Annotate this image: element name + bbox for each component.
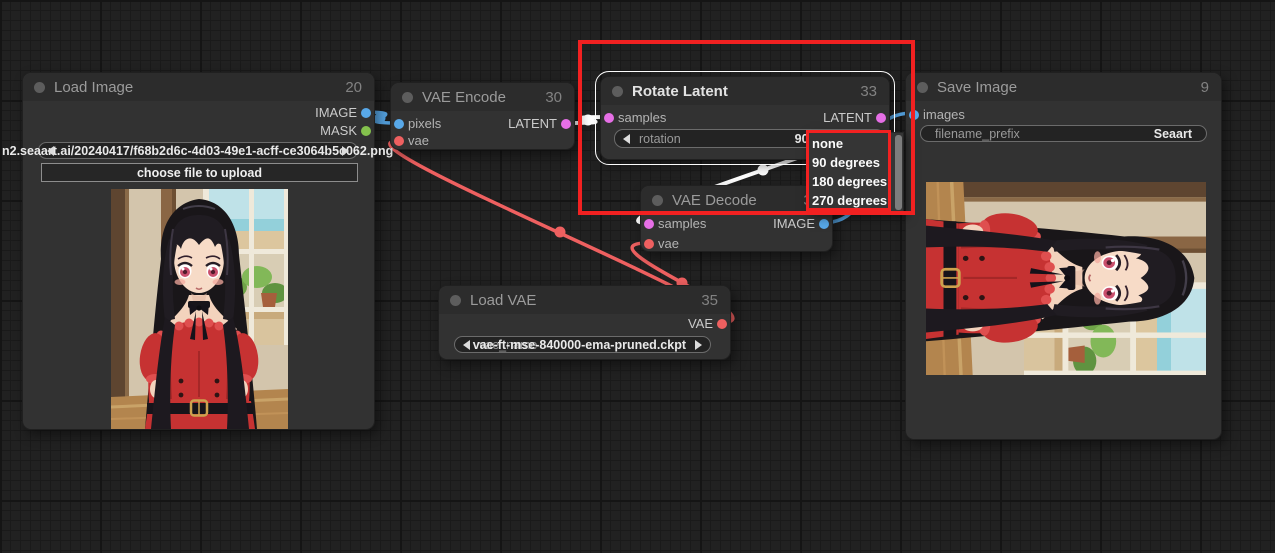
output-label: MASK xyxy=(320,121,357,141)
input-port-pixels[interactable] xyxy=(394,119,404,129)
combo-prev-icon[interactable] xyxy=(463,340,470,350)
link-midpoint-dot xyxy=(555,227,566,238)
combo-prev-icon[interactable] xyxy=(47,146,54,156)
input-label: samples xyxy=(618,108,666,128)
collapse-dot-icon[interactable] xyxy=(612,86,623,97)
link-midpoint-dot xyxy=(583,115,594,126)
link-midpoint-dot xyxy=(758,165,769,176)
output-label: VAE xyxy=(688,314,713,334)
widget-value: Seaart xyxy=(1154,126,1192,141)
node-title-bar[interactable]: Save Image 9 xyxy=(906,73,1221,101)
preview-image-portrait xyxy=(111,189,288,429)
preview-image-rotated xyxy=(926,182,1206,375)
combo-next-icon[interactable] xyxy=(342,146,349,156)
node-title: Load Image xyxy=(54,79,133,96)
node-save-image[interactable]: Save Image 9 images filename_prefix Seaa… xyxy=(905,72,1222,440)
output-port-latent[interactable] xyxy=(876,113,886,123)
node-load-image[interactable]: Load Image 20 IMAGE MASK n2.seaart.ai/20… xyxy=(22,72,375,430)
dropdown-item-90-degrees[interactable]: 90 degrees xyxy=(812,153,891,172)
rotation-dropdown-menu[interactable]: none 90 degrees 180 degrees 270 degrees xyxy=(807,132,904,213)
combo-prev-icon[interactable] xyxy=(623,134,630,144)
node-title-bar[interactable]: VAE Decode 34 xyxy=(641,186,832,214)
collapse-dot-icon[interactable] xyxy=(917,82,928,93)
input-port-samples[interactable] xyxy=(644,219,654,229)
dropdown-scrollbar[interactable] xyxy=(895,135,902,210)
image-filename-value: n2.seaart.ai/20240417/f68b2d6c-4d03-49e1… xyxy=(2,143,393,158)
collapse-dot-icon[interactable] xyxy=(450,295,461,306)
input-port-samples[interactable] xyxy=(604,113,614,123)
node-title-bar[interactable]: Load VAE 35 xyxy=(439,286,730,314)
node-title-bar[interactable]: Load Image 20 xyxy=(23,73,374,101)
node-id: 20 xyxy=(345,79,362,96)
output-port-mask[interactable] xyxy=(361,126,371,136)
node-title-bar[interactable]: VAE Encode 30 xyxy=(391,83,574,111)
input-port-vae[interactable] xyxy=(644,239,654,249)
input-port-images[interactable] xyxy=(909,110,919,120)
node-load-vae[interactable]: Load VAE 35 VAE vae_name vae-ft-mse-8400… xyxy=(438,285,731,360)
dropdown-item-270-degrees[interactable]: 270 degrees xyxy=(812,191,891,210)
input-label: vae xyxy=(408,131,429,151)
collapse-dot-icon[interactable] xyxy=(402,92,413,103)
node-vae-encode[interactable]: VAE Encode 30 pixels LATENT vae xyxy=(390,82,575,150)
dropdown-item-180-degrees[interactable]: 180 degrees xyxy=(812,172,891,191)
collapse-dot-icon[interactable] xyxy=(652,195,663,206)
output-port-image[interactable] xyxy=(361,108,371,118)
combo-next-icon[interactable] xyxy=(695,340,702,350)
filename-prefix-widget[interactable]: filename_prefix Seaart xyxy=(920,125,1207,142)
node-title: Load VAE xyxy=(470,292,536,309)
vae-name-combo-widget[interactable]: vae_name vae-ft-mse-840000-ema-pruned.ck… xyxy=(454,336,711,353)
node-id: 9 xyxy=(1201,79,1209,96)
node-title: Save Image xyxy=(937,79,1017,96)
widget-value: vae-ft-mse-840000-ema-pruned.ckpt xyxy=(473,337,686,352)
output-label: IMAGE xyxy=(315,103,357,123)
image-combo-widget[interactable]: n2.seaart.ai/20240417/f68b2d6c-4d03-49e1… xyxy=(38,142,358,159)
choose-file-button[interactable]: choose file to upload xyxy=(41,163,358,182)
node-id: 35 xyxy=(701,292,718,309)
node-id: 30 xyxy=(545,89,562,106)
node-id: 33 xyxy=(860,83,877,100)
node-title: VAE Encode xyxy=(422,89,506,106)
dropdown-item-none[interactable]: none xyxy=(812,134,891,153)
output-port-image[interactable] xyxy=(819,219,829,229)
widget-label: filename_prefix xyxy=(935,126,1020,141)
input-port-vae[interactable] xyxy=(394,136,404,146)
input-label: vae xyxy=(658,234,679,254)
node-graph-canvas[interactable]: Load Image 20 IMAGE MASK n2.seaart.ai/20… xyxy=(0,0,1275,553)
input-label: samples xyxy=(658,214,706,234)
node-title: VAE Decode xyxy=(672,192,757,209)
node-title-bar[interactable]: Rotate Latent 33 xyxy=(601,77,889,105)
node-title: Rotate Latent xyxy=(632,83,728,100)
output-label: IMAGE xyxy=(773,214,815,234)
widget-label: rotation xyxy=(639,130,681,147)
output-port-vae[interactable] xyxy=(717,319,727,329)
input-label: images xyxy=(923,105,965,125)
output-port-latent[interactable] xyxy=(561,119,571,129)
output-label: LATENT xyxy=(823,108,872,128)
collapse-dot-icon[interactable] xyxy=(34,82,45,93)
link-midpoint-dot xyxy=(375,113,386,124)
node-vae-decode[interactable]: VAE Decode 34 samples IMAGE vae xyxy=(640,185,833,252)
